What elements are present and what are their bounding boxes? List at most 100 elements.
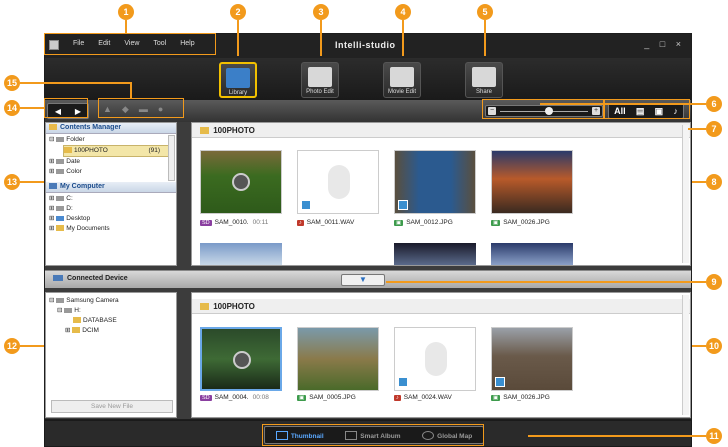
partial-thumbnail[interactable] — [491, 243, 573, 265]
callout-leader — [484, 20, 486, 56]
tree-item-100photo[interactable]: 100PHOTO (91) — [63, 145, 173, 157]
connected-device-bar: Connected Device ▼ — [45, 270, 691, 288]
thumbnail-card[interactable]: ▣ SAM_0012.JPG — [394, 150, 476, 230]
movie-edit-mode-button[interactable]: Movie Edit — [383, 62, 421, 98]
tree-item-folder[interactable]: ⊟ Folder — [49, 135, 173, 145]
callout-bracket — [482, 99, 604, 119]
callout-6: 6 — [706, 96, 722, 112]
partial-thumbnail[interactable] — [394, 243, 476, 265]
desktop-icon — [56, 216, 65, 221]
library-thumbnails-row2 — [200, 243, 573, 265]
tree-item-d-drive[interactable]: ⊞ D: — [49, 204, 173, 214]
drive-icon — [56, 196, 65, 201]
thumbnail-card[interactable]: SD SAM_0004. 00:08 — [200, 327, 282, 407]
callout-10: 10 — [706, 338, 722, 354]
device-scrollbar[interactable] — [682, 295, 689, 415]
tree-item-h-drive[interactable]: ⊟ H: — [57, 306, 173, 316]
device-tree-panel: ⊟ Samsung Camera ⊟ H: DATABASE ⊞ DCIM Sa… — [45, 292, 177, 418]
callout-bracket — [44, 98, 88, 118]
callout-7: 7 — [706, 121, 722, 137]
color-icon — [56, 169, 65, 174]
drive-icon — [56, 206, 65, 211]
tree-item-desktop[interactable]: ⊞ Desktop — [49, 214, 173, 224]
callout-leader — [237, 20, 239, 56]
tree-scrollbar[interactable] — [168, 135, 175, 181]
callout-leader — [528, 435, 706, 437]
partial-thumbnail[interactable] — [200, 243, 282, 265]
thumbnail-card[interactable]: SD SAM_0010. 00:11 — [200, 150, 282, 230]
library-mode-button[interactable]: Library — [219, 62, 257, 98]
tree-item-samsung-camera[interactable]: ⊟ Samsung Camera — [49, 296, 173, 306]
save-new-file-button[interactable]: Save New File — [51, 400, 173, 413]
microphone-icon — [328, 165, 350, 199]
tree-item-database[interactable]: DATABASE — [73, 316, 173, 326]
tree-item-my-documents[interactable]: ⊞ My Documents — [49, 224, 173, 234]
thumbnail-card[interactable]: ▣ SAM_0026.JPG — [491, 150, 573, 230]
image-thumbnail — [297, 327, 379, 391]
play-icon — [232, 173, 250, 191]
folder-icon — [72, 327, 81, 333]
callout-leader — [20, 82, 132, 84]
voice-memo-icon — [495, 377, 505, 387]
camera-icon — [56, 298, 65, 303]
window-controls[interactable]: _ □ × — [644, 39, 685, 49]
image-badge: ▣ — [491, 220, 501, 226]
device-panel-toggle-button[interactable]: ▼ — [341, 274, 385, 286]
device-tree: ⊟ Samsung Camera ⊟ H: DATABASE ⊞ DCIM — [46, 293, 176, 337]
callout-bracket — [604, 99, 690, 119]
callout-3: 3 — [313, 4, 329, 20]
share-mode-button[interactable]: Share — [465, 62, 503, 98]
partial-thumbnail[interactable] — [297, 243, 379, 265]
device-folder-header: 100PHOTO — [192, 299, 690, 314]
callout-bracket — [44, 33, 216, 55]
microphone-icon — [425, 342, 447, 376]
folder-icon — [200, 303, 209, 310]
tree-item-dcim[interactable]: ⊞ DCIM — [65, 326, 173, 336]
image-badge: ▣ — [394, 220, 404, 226]
photo-edit-mode-button[interactable]: Photo Edit — [301, 62, 339, 98]
callout-leader — [125, 20, 127, 34]
callout-2: 2 — [230, 4, 246, 20]
callout-15: 15 — [4, 75, 20, 91]
callout-bracket — [262, 424, 484, 446]
device-icon — [53, 275, 63, 281]
library-file-panel: 100PHOTO SD SAM_0010. 00:11 ♪ SAM_0011.WAV … — [191, 122, 691, 266]
computer-icon — [49, 183, 57, 189]
audio-badge: ♪ — [394, 395, 401, 401]
library-tree-panel: Contents Manager ⊟ Folder 100PHOTO (91) ⊞… — [45, 122, 177, 266]
tree-item-date[interactable]: ⊞ Date — [49, 157, 173, 167]
image-thumbnail — [394, 150, 476, 214]
audio-mini-icon — [398, 377, 408, 387]
thumbnail-card[interactable]: ▣ SAM_0005.JPG — [297, 327, 379, 407]
share-globe-icon — [472, 67, 496, 87]
library-thumbnails: SD SAM_0010. 00:11 ♪ SAM_0011.WAV ▣ SAM_0012… — [200, 150, 573, 230]
my-computer-header: My Computer — [46, 182, 176, 193]
thumbnail-card[interactable]: ♪ SAM_0011.WAV — [297, 150, 379, 230]
thumbnail-card[interactable]: ▣ SAM_0026.JPG — [491, 327, 573, 407]
callout-leader — [20, 107, 44, 109]
callout-4: 4 — [395, 4, 411, 20]
callout-14: 14 — [4, 100, 20, 116]
thumbnail-card[interactable]: ♪ SAM_0024.WAV — [394, 327, 476, 407]
mode-bar: Library Photo Edit Movie Edit Share — [45, 58, 691, 100]
date-icon — [56, 159, 65, 164]
image-thumbnail — [491, 150, 573, 214]
movie-edit-icon — [390, 67, 414, 87]
image-thumbnail — [491, 327, 573, 391]
image-badge: ▣ — [491, 395, 501, 401]
callout-13: 13 — [4, 174, 20, 190]
tree-item-color[interactable]: ⊞ Color — [49, 167, 173, 177]
image-badge: ▣ — [297, 395, 307, 401]
library-scrollbar[interactable] — [682, 125, 689, 263]
voice-memo-icon — [398, 200, 408, 210]
tree-item-c-drive[interactable]: ⊞ C: — [49, 194, 173, 204]
folder-icon — [73, 317, 81, 323]
contents-manager-icon — [49, 124, 57, 130]
video-thumbnail — [200, 327, 282, 391]
callout-leader — [20, 345, 44, 347]
callout-leader — [692, 345, 706, 347]
callout-leader — [320, 20, 322, 56]
callout-12: 12 — [4, 338, 20, 354]
callout-leader — [692, 181, 706, 183]
device-file-panel: 100PHOTO SD SAM_0004. 00:08 ▣ SAM_0005.JPG … — [191, 292, 691, 418]
